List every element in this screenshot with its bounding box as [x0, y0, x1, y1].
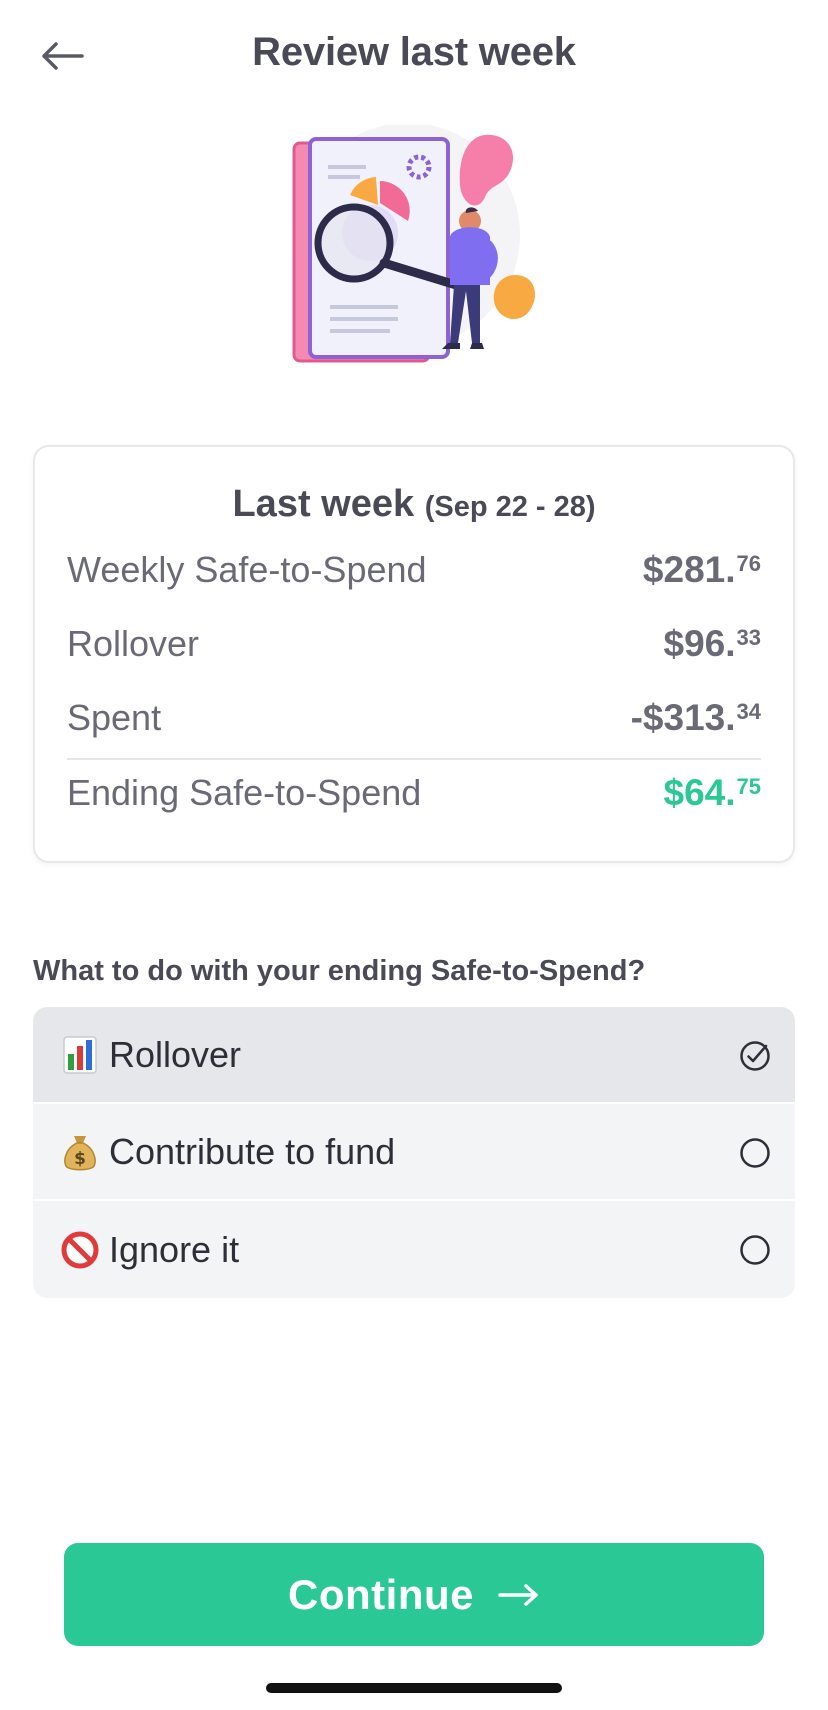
last-week-summary-card: Last week (Sep 22 - 28) Weekly Safe-to-S… — [33, 445, 795, 863]
amount-whole: $96. — [663, 623, 736, 664]
option-contribute-to-fund[interactable]: $ Contribute to fund — [33, 1104, 795, 1201]
row-amount: $281. 76 — [643, 549, 761, 591]
amount-cents: 75 — [736, 774, 761, 799]
bar-chart-icon — [57, 1032, 103, 1078]
card-date-range: (Sep 22 - 28) — [424, 491, 596, 523]
continue-label: Continue — [288, 1570, 474, 1618]
row-label: Rollover — [67, 623, 200, 664]
option-label: Ignore it — [109, 1228, 240, 1270]
option-rollover[interactable]: Rollover — [33, 1007, 795, 1104]
amount-cents: 76 — [736, 551, 761, 576]
question-heading: What to do with your ending Safe-to-Spen… — [33, 955, 646, 987]
radio-empty-icon — [740, 1138, 770, 1168]
option-ignore-it[interactable]: Ignore it — [33, 1201, 795, 1298]
option-label: Contribute to fund — [109, 1130, 396, 1172]
summary-row-spent: Spent -$313. 34 — [67, 688, 761, 748]
divider — [67, 758, 761, 760]
amount-whole: $64. — [663, 772, 736, 813]
money-bag-icon: $ — [57, 1129, 103, 1175]
option-label: Rollover — [109, 1033, 242, 1075]
arrow-right-icon — [498, 1583, 540, 1607]
options-list: Rollover $ Contribute to fund Ignore it — [33, 1007, 795, 1298]
row-label: Spent — [67, 697, 162, 738]
card-title-label: Last week — [232, 483, 415, 525]
page-title: Review last week — [252, 30, 576, 74]
row-amount: $96. 33 — [664, 623, 762, 665]
summary-row-rollover: Rollover $96. 33 — [67, 614, 761, 674]
svg-text:$: $ — [74, 1149, 86, 1169]
amount-cents: 34 — [736, 699, 761, 724]
radio-empty-icon — [740, 1235, 770, 1265]
row-label: Weekly Safe-to-Spend — [67, 549, 427, 590]
continue-button[interactable]: Continue — [64, 1543, 764, 1646]
row-label: Ending Safe-to-Spend — [67, 772, 422, 813]
amount-cents: 33 — [736, 625, 761, 650]
home-indicator — [266, 1683, 562, 1693]
row-amount: -$313. 34 — [631, 697, 761, 739]
amount-whole: -$313. — [630, 697, 736, 738]
report-magnifier-illustration — [280, 123, 550, 385]
summary-row-ending-safe-to-spend: Ending Safe-to-Spend $64. 75 — [67, 763, 761, 823]
amount-whole: $281. — [642, 549, 736, 590]
row-amount: $64. 75 — [664, 772, 762, 814]
header: Review last week — [0, 0, 828, 112]
check-circle-icon — [740, 1041, 770, 1071]
summary-row-weekly-safe-to-spend: Weekly Safe-to-Spend $281. 76 — [67, 540, 761, 600]
prohibited-icon — [57, 1227, 103, 1273]
card-title: Last week (Sep 22 - 28) — [35, 483, 793, 526]
